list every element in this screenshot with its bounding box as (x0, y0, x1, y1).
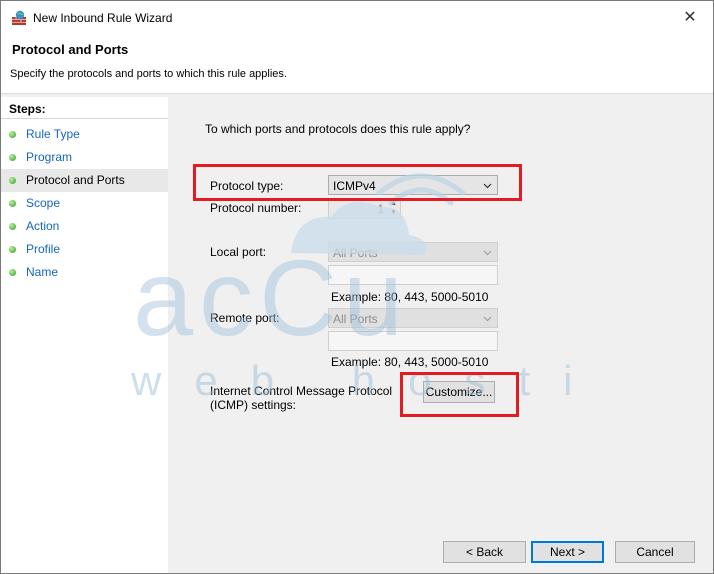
protocol-number-label: Protocol number: (210, 201, 302, 215)
step-status-icon (9, 223, 16, 230)
step-label[interactable]: Profile (26, 242, 60, 256)
highlight-protocol-type (193, 164, 522, 201)
local-port-value: All Ports (333, 246, 378, 260)
chevron-down-icon (483, 316, 492, 322)
step-label[interactable]: Program (26, 150, 72, 164)
wizard-window: New Inbound Rule Wizard ✕ Protocol and P… (0, 0, 714, 574)
remote-port-dropdown[interactable]: All Ports (328, 308, 498, 328)
local-port-label: Local port: (210, 245, 267, 259)
protocol-number-stepper[interactable]: 1 ▲ ▼ (328, 199, 401, 219)
local-port-input[interactable] (328, 265, 498, 285)
highlight-customize (400, 372, 519, 417)
step-status-icon (9, 131, 16, 138)
step-status-icon (9, 269, 16, 276)
remote-port-input[interactable] (328, 331, 498, 351)
step-label[interactable]: Action (26, 219, 59, 233)
steps-heading: Steps: (9, 102, 46, 116)
step-name[interactable]: Name (1, 261, 168, 284)
back-button[interactable]: < Back (443, 541, 526, 563)
icmp-label-line1: Internet Control Message Protocol (210, 384, 393, 398)
step-status-icon (9, 246, 16, 253)
icmp-label-line2: (ICMP) settings: (210, 398, 297, 412)
step-label[interactable]: Scope (26, 196, 60, 210)
step-label[interactable]: Rule Type (26, 127, 80, 141)
cancel-button[interactable]: Cancel (615, 541, 695, 563)
local-port-example: Example: 80, 443, 5000-5010 (331, 290, 489, 304)
close-icon[interactable]: ✕ (667, 1, 713, 35)
title-bar: New Inbound Rule Wizard ✕ (1, 1, 713, 35)
steps-divider (1, 118, 168, 119)
step-status-icon (9, 154, 16, 161)
chevron-down-icon (483, 250, 492, 256)
step-action[interactable]: Action (1, 215, 168, 238)
step-protocol-and-ports[interactable]: Protocol and Ports (1, 169, 168, 192)
protocol-number-value: 1 (377, 202, 384, 216)
step-rule-type[interactable]: Rule Type (1, 123, 168, 146)
spin-up-icon[interactable]: ▲ (388, 200, 399, 208)
step-status-icon (9, 200, 16, 207)
remote-port-label: Remote port: (210, 311, 280, 325)
step-profile[interactable]: Profile (1, 238, 168, 261)
remote-port-example: Example: 80, 443, 5000-5010 (331, 355, 489, 369)
page-title: Protocol and Ports (12, 42, 129, 57)
step-label[interactable]: Protocol and Ports (26, 173, 125, 187)
firewall-icon (12, 10, 26, 25)
step-program[interactable]: Program (1, 146, 168, 169)
steps-sidebar: Steps: Rule Type Program Protocol and Po… (1, 97, 168, 573)
spin-down-icon[interactable]: ▼ (388, 209, 399, 217)
step-scope[interactable]: Scope (1, 192, 168, 215)
question-text: To which ports and protocols does this r… (205, 122, 471, 136)
next-button[interactable]: Next > (531, 541, 604, 563)
step-label[interactable]: Name (26, 265, 58, 279)
step-status-icon (9, 177, 16, 184)
page-subtitle: Specify the protocols and ports to which… (10, 68, 287, 80)
local-port-dropdown[interactable]: All Ports (328, 242, 498, 262)
page-header: Protocol and Ports Specify the protocols… (1, 35, 713, 94)
window-title: New Inbound Rule Wizard (33, 11, 173, 25)
remote-port-value: All Ports (333, 312, 378, 326)
